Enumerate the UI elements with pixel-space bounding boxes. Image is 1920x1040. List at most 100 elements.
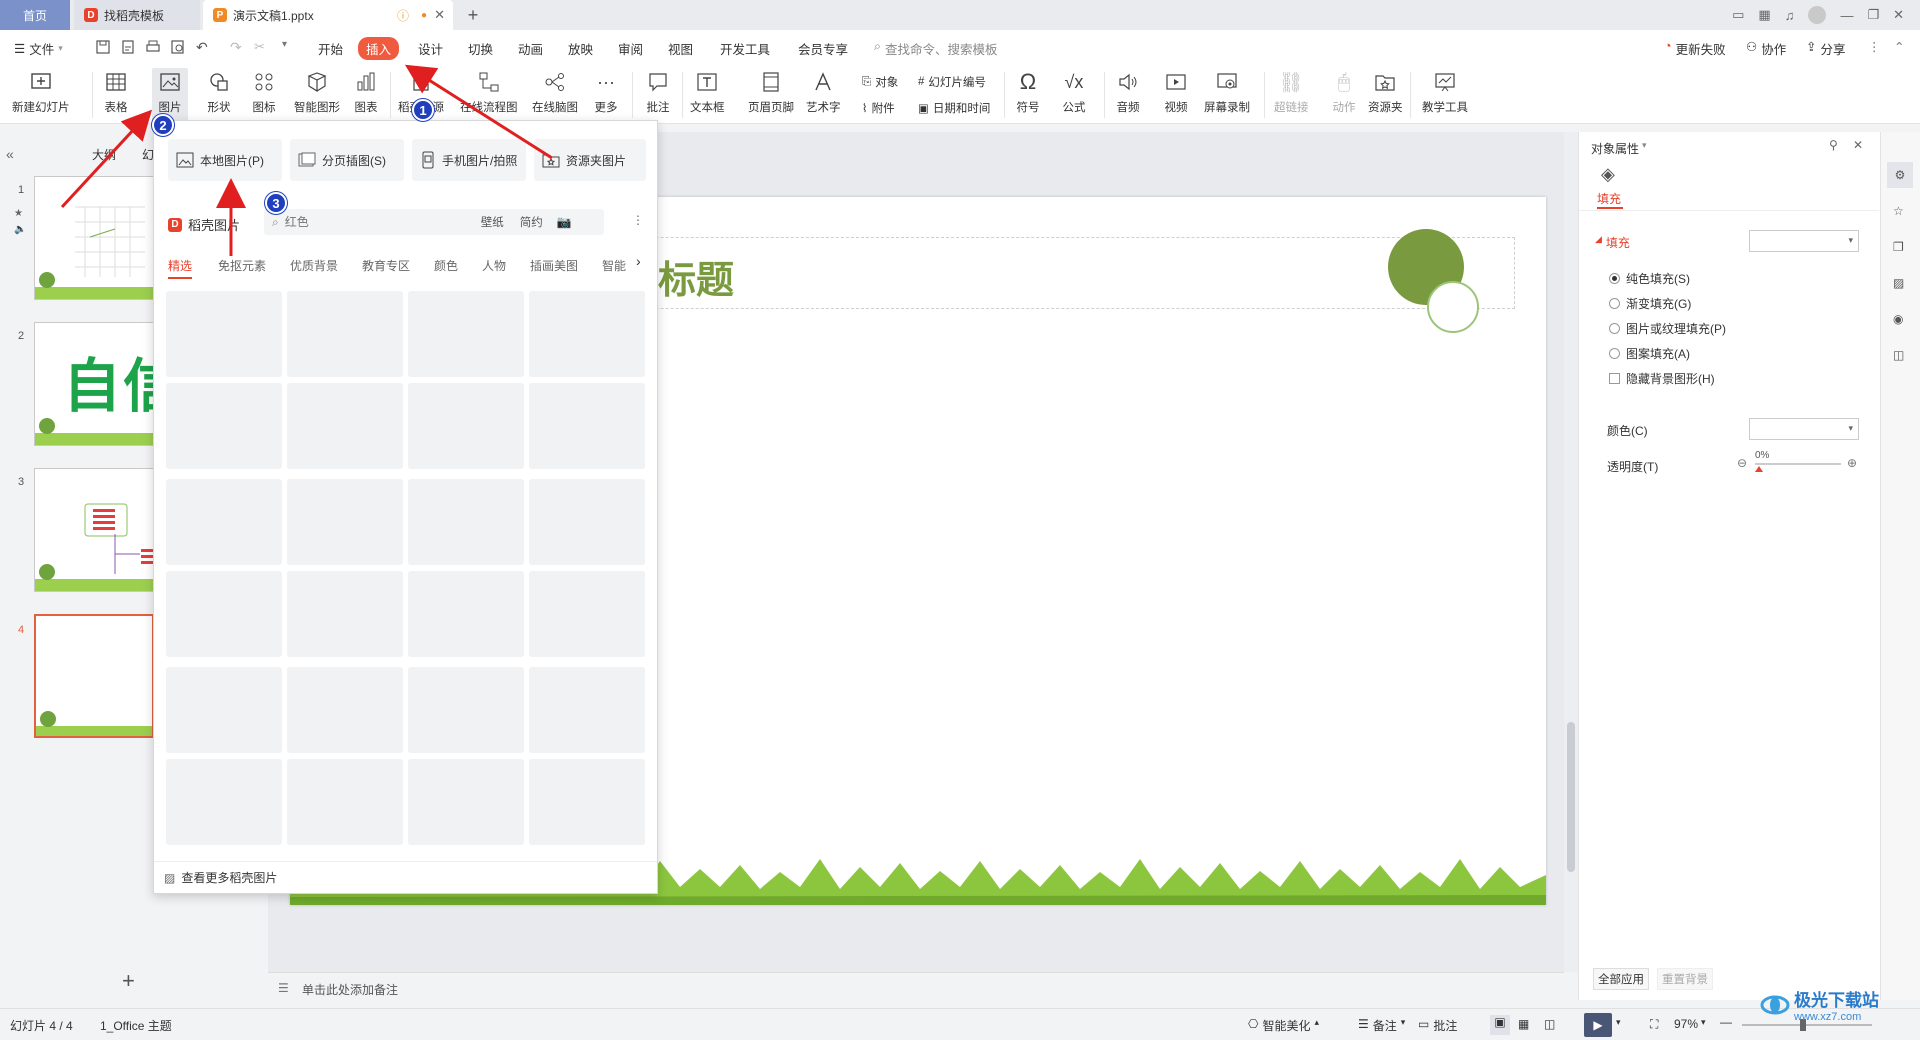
notes-bar[interactable]: ☰ 单击此处添加备注 xyxy=(268,972,1564,1002)
chart-button[interactable]: 图表 xyxy=(352,68,380,115)
picture-thumbnail[interactable] xyxy=(166,479,282,565)
action-button[interactable]: 🖱 动作 xyxy=(1330,68,1358,115)
color-dropdown[interactable]: ▾ xyxy=(1749,418,1859,440)
hide-background-checkbox[interactable]: 隐藏背景图形(H) xyxy=(1609,370,1715,387)
formula-button[interactable]: √x 公式 xyxy=(1060,68,1088,115)
more-vertical-icon[interactable]: ⋮ xyxy=(632,213,644,227)
slider-handle[interactable] xyxy=(1755,466,1763,472)
icon-button[interactable]: 图标 xyxy=(250,68,278,115)
table-button[interactable]: 表格 xyxy=(102,68,130,115)
tab-outline[interactable]: 大纲 xyxy=(92,146,116,163)
avatar[interactable] xyxy=(1808,6,1827,24)
page-insert-button[interactable]: 分页插图(S) xyxy=(290,139,404,181)
picture-thumbnail[interactable] xyxy=(529,479,645,565)
zoom-out-icon[interactable]: — xyxy=(1720,1015,1732,1029)
chevron-down-icon[interactable]: ▾ xyxy=(1616,1017,1621,1028)
pin-icon[interactable]: ⚲ xyxy=(1829,138,1838,152)
picture-button[interactable]: 图片 xyxy=(152,68,188,122)
menu-view[interactable]: 视图 xyxy=(668,39,693,58)
redo-icon[interactable]: ↷ xyxy=(230,39,246,55)
menu-review[interactable]: 审阅 xyxy=(618,39,643,58)
fill-dropdown[interactable]: ▾ xyxy=(1749,230,1859,252)
fit-window-icon[interactable]: ⛶ xyxy=(1650,1017,1658,1032)
animation-star-icon[interactable]: ☆ xyxy=(1893,204,1904,218)
picture-search-box[interactable]: ⌕ 壁纸 简约 📷 xyxy=(264,209,604,235)
format-painter-icon[interactable]: ✂ xyxy=(254,39,270,55)
menu-design[interactable]: 设计 xyxy=(418,39,443,58)
chevron-right-icon[interactable]: › xyxy=(636,253,641,269)
picture-thumbnail[interactable] xyxy=(529,667,645,753)
picture-thumbnail[interactable] xyxy=(166,291,282,377)
camera-icon[interactable]: 📷 xyxy=(557,215,572,229)
new-tab-button[interactable]: + xyxy=(462,0,484,30)
hyperlink-button[interactable]: ⛓ 超链接 xyxy=(1274,68,1309,115)
plus-icon[interactable]: ⊕ xyxy=(1847,456,1857,470)
wordart-button[interactable]: 艺术字 xyxy=(806,68,841,115)
audio-button[interactable]: 音频 xyxy=(1114,68,1142,115)
category-cutout[interactable]: 免抠元素 xyxy=(218,257,266,274)
mindmap-button[interactable]: 在线脑图 xyxy=(532,68,578,115)
image-icon[interactable]: ▨ xyxy=(1893,276,1904,290)
collapse-ribbon-icon[interactable]: ⌃ xyxy=(1894,39,1904,54)
menu-member[interactable]: 会员专享 xyxy=(798,39,848,58)
customize-toolbar-icon[interactable]: ▾ xyxy=(282,39,298,55)
menu-transition[interactable]: 切换 xyxy=(468,39,493,58)
reading-view-icon[interactable]: ◫ xyxy=(1544,1017,1555,1031)
layout-icon[interactable]: ▭ xyxy=(1732,7,1744,23)
object-button[interactable]: ⎘ 对象 xyxy=(862,74,898,90)
picture-thumbnail[interactable] xyxy=(287,479,403,565)
tab-presentation[interactable]: P 演示文稿1.pptx ⓘ ● ✕ xyxy=(203,0,453,30)
category-illustration[interactable]: 插画美图 xyxy=(530,257,578,274)
picture-thumbnail[interactable] xyxy=(408,291,524,377)
location-icon[interactable]: ◉ xyxy=(1893,312,1903,326)
picture-thumbnail[interactable] xyxy=(529,291,645,377)
resource-folder-button[interactable]: 资源夹 xyxy=(1368,68,1403,115)
book-icon[interactable]: ◫ xyxy=(1893,348,1904,362)
vertical-scrollbar[interactable] xyxy=(1564,132,1578,972)
close-tab-icon[interactable]: ✕ xyxy=(434,7,445,23)
slide-thumbnail-3[interactable] xyxy=(34,468,154,592)
file-menu[interactable]: ☰ 文件 ▾ xyxy=(14,39,63,58)
minus-icon[interactable]: ⊖ xyxy=(1737,456,1747,470)
grid-icon[interactable]: ▦ xyxy=(1758,7,1770,23)
radio-pattern-fill[interactable]: 图案填充(A) xyxy=(1609,345,1690,362)
copy-icon[interactable]: ❐ xyxy=(1893,240,1904,254)
more-options-icon[interactable]: ⋮ xyxy=(1868,39,1881,54)
picture-thumbnail[interactable] xyxy=(287,571,403,657)
slide-thumbnail-2[interactable]: 自信 xyxy=(34,322,154,446)
picture-thumbnail[interactable] xyxy=(529,571,645,657)
skin-icon[interactable]: ♫ xyxy=(1785,8,1795,23)
category-education[interactable]: 教育专区 xyxy=(362,257,410,274)
minimize-icon[interactable]: — xyxy=(1840,8,1853,23)
picture-thumbnail[interactable] xyxy=(166,571,282,657)
print-icon[interactable] xyxy=(145,39,161,55)
new-slide-button[interactable]: 新建幻灯片 xyxy=(12,68,70,115)
picture-thumbnail[interactable] xyxy=(287,759,403,845)
slide-number-button[interactable]: # 幻灯片编号 xyxy=(918,74,986,90)
folder-picture-button[interactable]: 资源夹图片 xyxy=(534,139,646,181)
tag-wallpaper[interactable]: 壁纸 xyxy=(481,214,504,230)
picture-thumbnail[interactable] xyxy=(408,571,524,657)
local-picture-button[interactable]: 本地图片(P) xyxy=(168,139,282,181)
category-color[interactable]: 颜色 xyxy=(434,257,458,274)
notes-toggle[interactable]: ☰ 备注 ▾ xyxy=(1358,1017,1405,1034)
menu-slideshow[interactable]: 放映 xyxy=(568,39,593,58)
collab-button[interactable]: ⚇ 协作 xyxy=(1746,39,1786,58)
radio-solid-fill[interactable]: 纯色填充(S) xyxy=(1609,270,1690,287)
attachment-button[interactable]: ⌇ 附件 xyxy=(862,100,895,116)
tab-fill[interactable]: 填充 xyxy=(1597,190,1621,207)
flowchart-button[interactable]: 在线流程图 xyxy=(460,68,518,115)
category-smart[interactable]: 智能 xyxy=(602,257,632,274)
teaching-tool-button[interactable]: 教学工具 xyxy=(1422,68,1468,115)
header-footer-button[interactable]: 页眉页脚 xyxy=(748,68,794,115)
play-slideshow-button[interactable]: ▶ xyxy=(1584,1013,1612,1037)
save-icon[interactable] xyxy=(95,39,111,55)
picture-thumbnail[interactable] xyxy=(166,383,282,469)
picture-search-input[interactable] xyxy=(284,215,475,229)
symbol-button[interactable]: Ω 符号 xyxy=(1014,68,1042,115)
slide-thumbnail-4[interactable] xyxy=(34,614,154,738)
radio-picture-fill[interactable]: 图片或纹理填充(P) xyxy=(1609,320,1726,337)
notes-placeholder[interactable]: 单击此处添加备注 xyxy=(302,981,398,998)
add-slide-button[interactable]: + xyxy=(122,968,135,994)
export-pdf-icon[interactable] xyxy=(120,39,136,55)
